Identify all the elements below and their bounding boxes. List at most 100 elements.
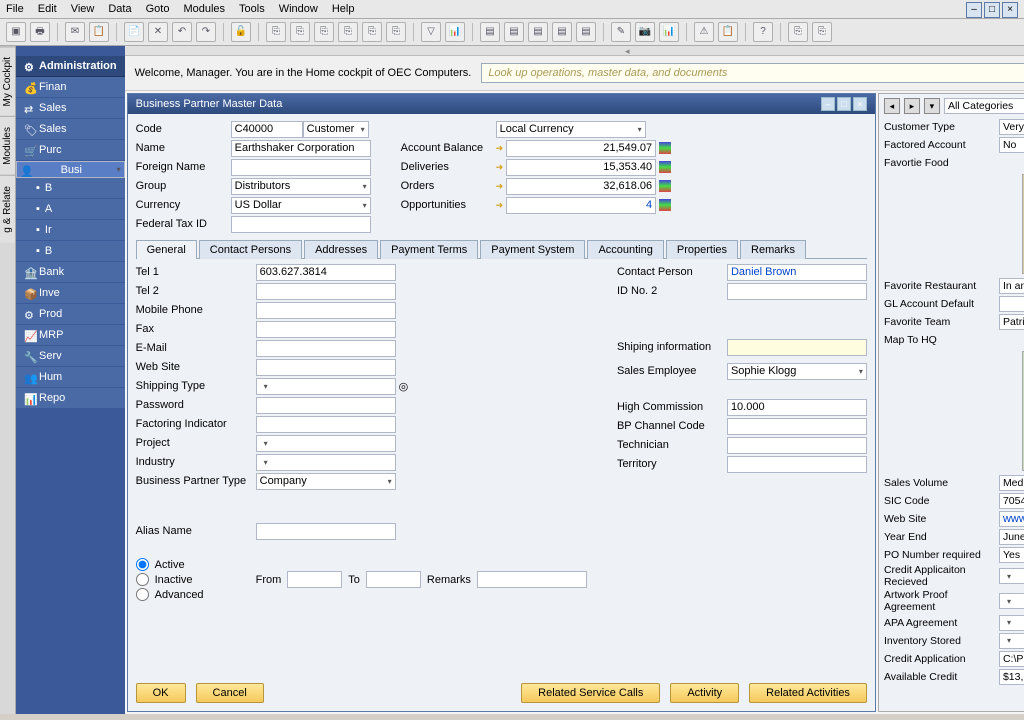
to-field[interactable] (366, 571, 421, 588)
toolbar-btn-12[interactable]: ⎘ (314, 22, 334, 42)
menu-tools[interactable]: Tools (239, 3, 265, 15)
toolbar-btn-20[interactable]: ▤ (528, 22, 548, 42)
toolbar-btn-23[interactable]: ✎ (611, 22, 631, 42)
group-select[interactable]: Distributors (231, 178, 371, 195)
chart-icon[interactable] (659, 161, 671, 173)
sidebar-sales-opp[interactable]: ⇄Sales (16, 98, 125, 119)
favrest-field[interactable]: In and Out (999, 278, 1024, 294)
toolbar-btn-15[interactable]: ⎘ (386, 22, 406, 42)
rp-website-field[interactable]: www.earthshaker.c (999, 511, 1024, 527)
app-restore-button[interactable]: □ (984, 2, 1000, 18)
chart-icon[interactable] (659, 180, 671, 192)
toolbar-btn-18[interactable]: ▤ (480, 22, 500, 42)
collapse-handle[interactable]: ◂ (125, 46, 1024, 56)
sidebar-banking[interactable]: 🏦Bank (16, 262, 125, 283)
sidebar-financials[interactable]: 💰Finan (16, 77, 125, 98)
cancel-button[interactable]: Cancel (196, 683, 264, 703)
tel2-field[interactable] (256, 283, 396, 300)
sidebar-sub-3[interactable]: ▪Ir (16, 220, 125, 241)
menu-data[interactable]: Data (108, 3, 131, 15)
custtype-select[interactable]: Very Important (999, 119, 1024, 135)
tab-payment-terms[interactable]: Payment Terms (380, 240, 478, 259)
chart-icon[interactable] (659, 142, 671, 154)
bp-type-select[interactable]: Customer (303, 121, 369, 138)
menu-window[interactable]: Window (279, 3, 318, 15)
toolbar-filter-icon[interactable]: ▽ (421, 22, 441, 42)
toolbar-btn-8[interactable]: ↷ (196, 22, 216, 42)
code-field[interactable]: C40000 (231, 121, 303, 138)
local-currency-select[interactable]: Local Currency (496, 121, 646, 138)
toolbar-alert-icon[interactable]: ⚠ (694, 22, 714, 42)
favteam-select[interactable]: Patriots (999, 314, 1024, 330)
sidebar-purchasing[interactable]: 🛒Purc (16, 140, 125, 161)
radio-advanced[interactable]: Advanced (136, 588, 256, 601)
udf-category-select[interactable]: All Categories (944, 98, 1024, 114)
drill-icon[interactable]: ➜ (496, 162, 504, 173)
tab-remarks[interactable]: Remarks (740, 240, 806, 259)
win-maximize-button[interactable]: □ (837, 97, 851, 111)
drill-icon[interactable]: ➜ (496, 143, 504, 154)
toolbar-btn-22[interactable]: ▤ (576, 22, 596, 42)
factoring-field[interactable] (256, 416, 396, 433)
territory-field[interactable] (727, 456, 867, 473)
activity-button[interactable]: Activity (670, 683, 739, 703)
toolbar-btn-11[interactable]: ⎘ (290, 22, 310, 42)
apa-select[interactable] (999, 615, 1024, 631)
contact-field[interactable]: Daniel Brown (727, 264, 867, 281)
fname-field[interactable] (231, 159, 371, 176)
drill-icon[interactable]: ➜ (496, 181, 504, 192)
sidebar-mrp[interactable]: 📈MRP (16, 325, 125, 346)
related-service-calls-button[interactable]: Related Service Calls (521, 683, 660, 703)
toolbar-btn-27[interactable]: 📋 (718, 22, 738, 42)
from-field[interactable] (287, 571, 342, 588)
sidebar-sub-1[interactable]: ▪B (16, 178, 125, 199)
alias-field[interactable] (256, 523, 396, 540)
menu-goto[interactable]: Goto (146, 3, 170, 15)
tel1-field[interactable]: 603.627.3814 (256, 264, 396, 281)
related-activities-button[interactable]: Related Activities (749, 683, 867, 703)
udf-prev-button[interactable]: ◂ (884, 98, 900, 114)
highcomm-field[interactable]: 10.000 (727, 399, 867, 416)
sidebar-business-partners[interactable]: 👤Busi (16, 161, 125, 178)
bptype-select[interactable]: Company (256, 473, 396, 490)
fax-field[interactable] (256, 321, 396, 338)
toolbar-btn-3[interactable]: ✉ (65, 22, 85, 42)
chart-icon[interactable] (659, 199, 671, 211)
sidebar-sales[interactable]: 🏷Sales (16, 119, 125, 140)
radio-active[interactable]: Active (136, 558, 256, 571)
toolbar-btn-1[interactable]: ▣ (6, 22, 26, 42)
orders-field[interactable]: 32,618.06 (506, 178, 656, 195)
sidebar-production[interactable]: ⚙Prod (16, 304, 125, 325)
sidebar-inventory[interactable]: 📦Inve (16, 283, 125, 304)
project-select[interactable] (256, 435, 396, 452)
sidebar-service[interactable]: 🔧Serv (16, 346, 125, 367)
name-field[interactable]: Earthshaker Corporation (231, 140, 371, 157)
acct-bal-field[interactable]: 21,549.07 (506, 140, 656, 157)
tab-accounting[interactable]: Accounting (587, 240, 663, 259)
toolbar-help-icon[interactable]: ? (753, 22, 773, 42)
industry-select[interactable] (256, 454, 396, 471)
menu-help[interactable]: Help (332, 3, 355, 15)
drill-icon[interactable]: ➜ (496, 200, 504, 211)
salesemp-select[interactable]: Sophie Klogg (727, 363, 867, 380)
currency-select[interactable]: US Dollar (231, 197, 371, 214)
toolbar-btn-4[interactable]: 📋 (89, 22, 109, 42)
toolbar-btn-14[interactable]: ⎘ (362, 22, 382, 42)
sidebar-hr[interactable]: 👥Hum (16, 367, 125, 388)
ok-button[interactable]: OK (136, 683, 186, 703)
toolbar-btn-19[interactable]: ▤ (504, 22, 524, 42)
deliv-field[interactable]: 15,353.40 (506, 159, 656, 176)
toolbar-btn-24[interactable]: 📷 (635, 22, 655, 42)
toolbar-btn-30[interactable]: ⎘ (812, 22, 832, 42)
vtab-modules[interactable]: Modules (0, 116, 15, 175)
password-field[interactable] (256, 397, 396, 414)
cfl-icon[interactable]: ◎ (399, 380, 409, 393)
chcode-field[interactable] (727, 418, 867, 435)
glacct-field[interactable] (999, 296, 1024, 312)
menu-view[interactable]: View (71, 3, 95, 15)
mobile-field[interactable] (256, 302, 396, 319)
app-minimize-button[interactable]: – (966, 2, 982, 18)
win-close-button[interactable]: × (853, 97, 867, 111)
radio-inactive[interactable]: Inactive (136, 573, 256, 586)
toolbar-btn-6[interactable]: ✕ (148, 22, 168, 42)
